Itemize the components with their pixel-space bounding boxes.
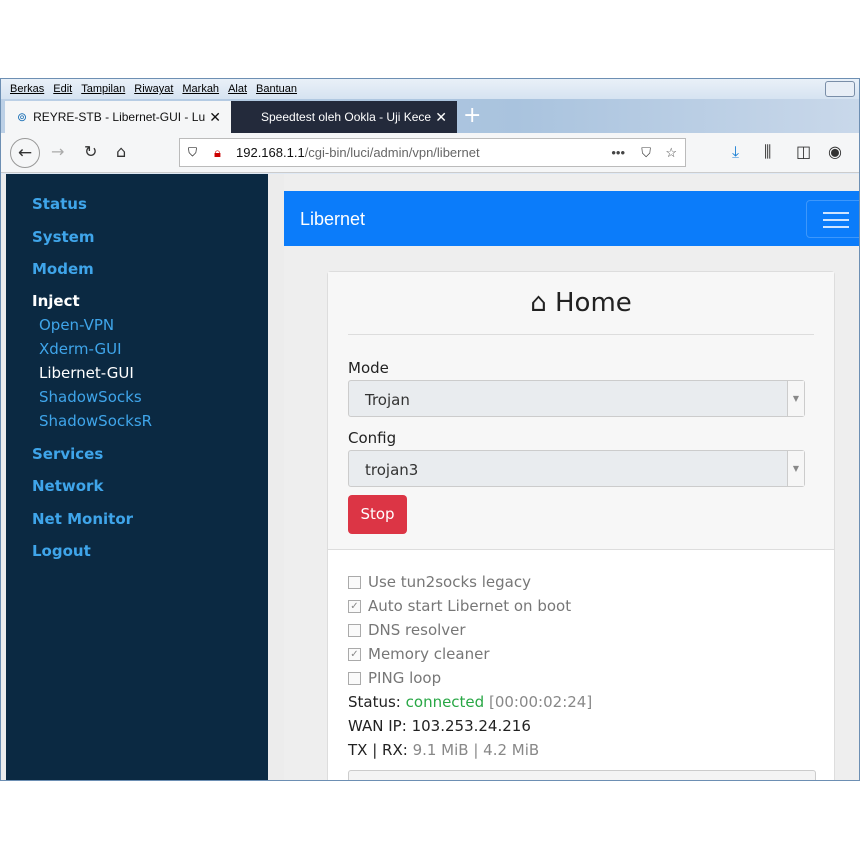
tab-bar: ⊚ REYRE-STB - Libernet-GUI - Lu ✕ Speedtes… bbox=[1, 99, 859, 133]
url-path: /cgi-bin/luci/admin/vpn/libernet bbox=[304, 145, 480, 160]
menu-alat[interactable]: Alat bbox=[228, 83, 247, 95]
account-icon[interactable]: ◉ bbox=[828, 142, 842, 161]
menu-toggle-button[interactable] bbox=[806, 200, 859, 238]
checkbox[interactable] bbox=[348, 671, 361, 685]
sidebar-sub-shadowsocks[interactable]: ShadowSocks bbox=[39, 388, 142, 406]
sidebar-item-modem[interactable]: Modem bbox=[32, 260, 94, 278]
menu-bar: Berkas Edit Tampilan Riwayat Markah Alat Bantu… bbox=[1, 79, 859, 99]
config-select[interactable]: trojan3 ▼ bbox=[348, 450, 805, 487]
tab-libernet[interactable]: ⊚ REYRE-STB - Libernet-GUI - Lu ✕ bbox=[5, 101, 231, 133]
option-memory-cleaner[interactable]: ✓ Memory cleaner bbox=[348, 645, 490, 663]
reload-button[interactable]: ↻ bbox=[84, 142, 97, 161]
checkbox[interactable]: ✓ bbox=[348, 599, 361, 613]
back-button[interactable]: ← bbox=[10, 138, 40, 168]
new-tab-button[interactable]: + bbox=[463, 103, 481, 128]
sidebar: Status System Modem Inject Open-VPN Xder… bbox=[6, 174, 268, 780]
brand[interactable]: Libernet bbox=[300, 209, 365, 230]
status-badge: connected bbox=[405, 693, 485, 711]
tab-title: REYRE-STB - Libernet-GUI - Lu bbox=[33, 110, 206, 124]
library-icon[interactable]: ⫼ bbox=[764, 142, 771, 162]
checkbox[interactable] bbox=[348, 575, 361, 589]
shield-icon: ⛉ bbox=[188, 145, 198, 159]
more-icon[interactable]: ••• bbox=[611, 145, 625, 160]
option-tun2socks[interactable]: Use tun2socks legacy bbox=[348, 573, 531, 591]
checkbox[interactable] bbox=[348, 623, 361, 637]
sidebar-item-system[interactable]: System bbox=[32, 228, 94, 246]
sidebar-sub-xderm[interactable]: Xderm-GUI bbox=[39, 340, 122, 358]
menu-tampilan[interactable]: Tampilan bbox=[81, 83, 125, 95]
stop-button[interactable]: Stop bbox=[348, 495, 407, 534]
menu-berkas[interactable]: Berkas bbox=[10, 83, 44, 95]
sidebar-item-status[interactable]: Status bbox=[32, 195, 87, 213]
main-content: Libernet ⌂ Home Mode Trojan ▼ Config troj… bbox=[284, 174, 859, 780]
txrx-line: TX | RX: 9.1 MiB | 4.2 MiB bbox=[348, 741, 540, 759]
sidebar-sub-openvpn[interactable]: Open-VPN bbox=[39, 316, 114, 334]
option-ping-loop[interactable]: PING loop bbox=[348, 669, 441, 687]
menu-riwayat[interactable]: Riwayat bbox=[134, 83, 173, 95]
address-bar[interactable]: ⛉ 🔒︎ 192.168.1.1/cgi-bin/luci/admin/vpn/… bbox=[179, 138, 686, 167]
libernet-card: ⌂ Home Mode Trojan ▼ Config trojan3 ▼ Stop… bbox=[327, 271, 835, 780]
sidebar-item-inject[interactable]: Inject bbox=[32, 292, 80, 310]
sidebar-item-services[interactable]: Services bbox=[32, 445, 103, 463]
option-autostart[interactable]: ✓ Auto start Libernet on boot bbox=[348, 597, 571, 615]
url-host: 192.168.1.1 bbox=[236, 145, 305, 160]
menu-markah[interactable]: Markah bbox=[182, 83, 219, 95]
sidebar-sub-libernet[interactable]: Libernet-GUI bbox=[39, 364, 134, 382]
minimize-button[interactable] bbox=[825, 81, 855, 97]
browser-window: Berkas Edit Tampilan Riwayat Markah Alat Bantu… bbox=[0, 78, 860, 781]
insecure-lock-icon: 🔒︎ bbox=[214, 144, 221, 160]
checkbox[interactable]: ✓ bbox=[348, 647, 361, 661]
app-navbar: Libernet bbox=[284, 191, 859, 246]
tab-speedtest[interactable]: Speedtest oleh Ookla - Uji Kece ✕ bbox=[231, 101, 457, 133]
menu-bantuan[interactable]: Bantuan bbox=[256, 83, 297, 95]
mode-select[interactable]: Trojan ▼ bbox=[348, 380, 805, 417]
uptime: [00:00:02:24] bbox=[488, 693, 593, 711]
mode-label: Mode bbox=[348, 359, 389, 377]
sidebar-item-network[interactable]: Network bbox=[32, 477, 103, 495]
sidebar-item-logout[interactable]: Logout bbox=[32, 542, 91, 560]
home-icon: ⌂ bbox=[530, 288, 555, 318]
menu-edit[interactable]: Edit bbox=[53, 83, 72, 95]
tab-title: Speedtest oleh Ookla - Uji Kece bbox=[261, 110, 432, 124]
log-box[interactable] bbox=[348, 770, 816, 780]
status-line: Status: connected [00:00:02:24] bbox=[348, 693, 593, 711]
navigation-bar: ← → ↻ ⌂ ⛉ 🔒︎ 192.168.1.1/cgi-bin/luci/ad… bbox=[1, 133, 859, 173]
home-button[interactable]: ⌂ bbox=[116, 142, 126, 161]
pocket-icon[interactable]: ⛉ bbox=[641, 145, 651, 161]
wan-ip-line: WAN IP: 103.253.24.216 bbox=[348, 717, 531, 735]
sidebar-icon[interactable]: ◫ bbox=[796, 142, 811, 161]
close-tab-icon[interactable]: ✕ bbox=[209, 109, 221, 126]
chevron-down-icon: ▼ bbox=[787, 381, 804, 416]
web-page: Status System Modem Inject Open-VPN Xder… bbox=[1, 174, 859, 780]
bookmark-star-icon[interactable]: ☆ bbox=[665, 145, 677, 161]
download-icon[interactable]: ⤓ bbox=[732, 142, 739, 162]
chevron-down-icon: ▼ bbox=[787, 451, 804, 486]
sidebar-sub-shadowsocksr[interactable]: ShadowSocksR bbox=[39, 412, 152, 430]
option-dns-resolver[interactable]: DNS resolver bbox=[348, 621, 466, 639]
close-tab-icon[interactable]: ✕ bbox=[435, 109, 447, 126]
page-title: ⌂ Home bbox=[530, 288, 632, 318]
divider bbox=[348, 334, 814, 335]
sidebar-item-net-monitor[interactable]: Net Monitor bbox=[32, 510, 133, 528]
favicon-icon: ⊚ bbox=[17, 110, 28, 124]
config-label: Config bbox=[348, 429, 397, 447]
forward-button[interactable]: → bbox=[51, 142, 64, 161]
